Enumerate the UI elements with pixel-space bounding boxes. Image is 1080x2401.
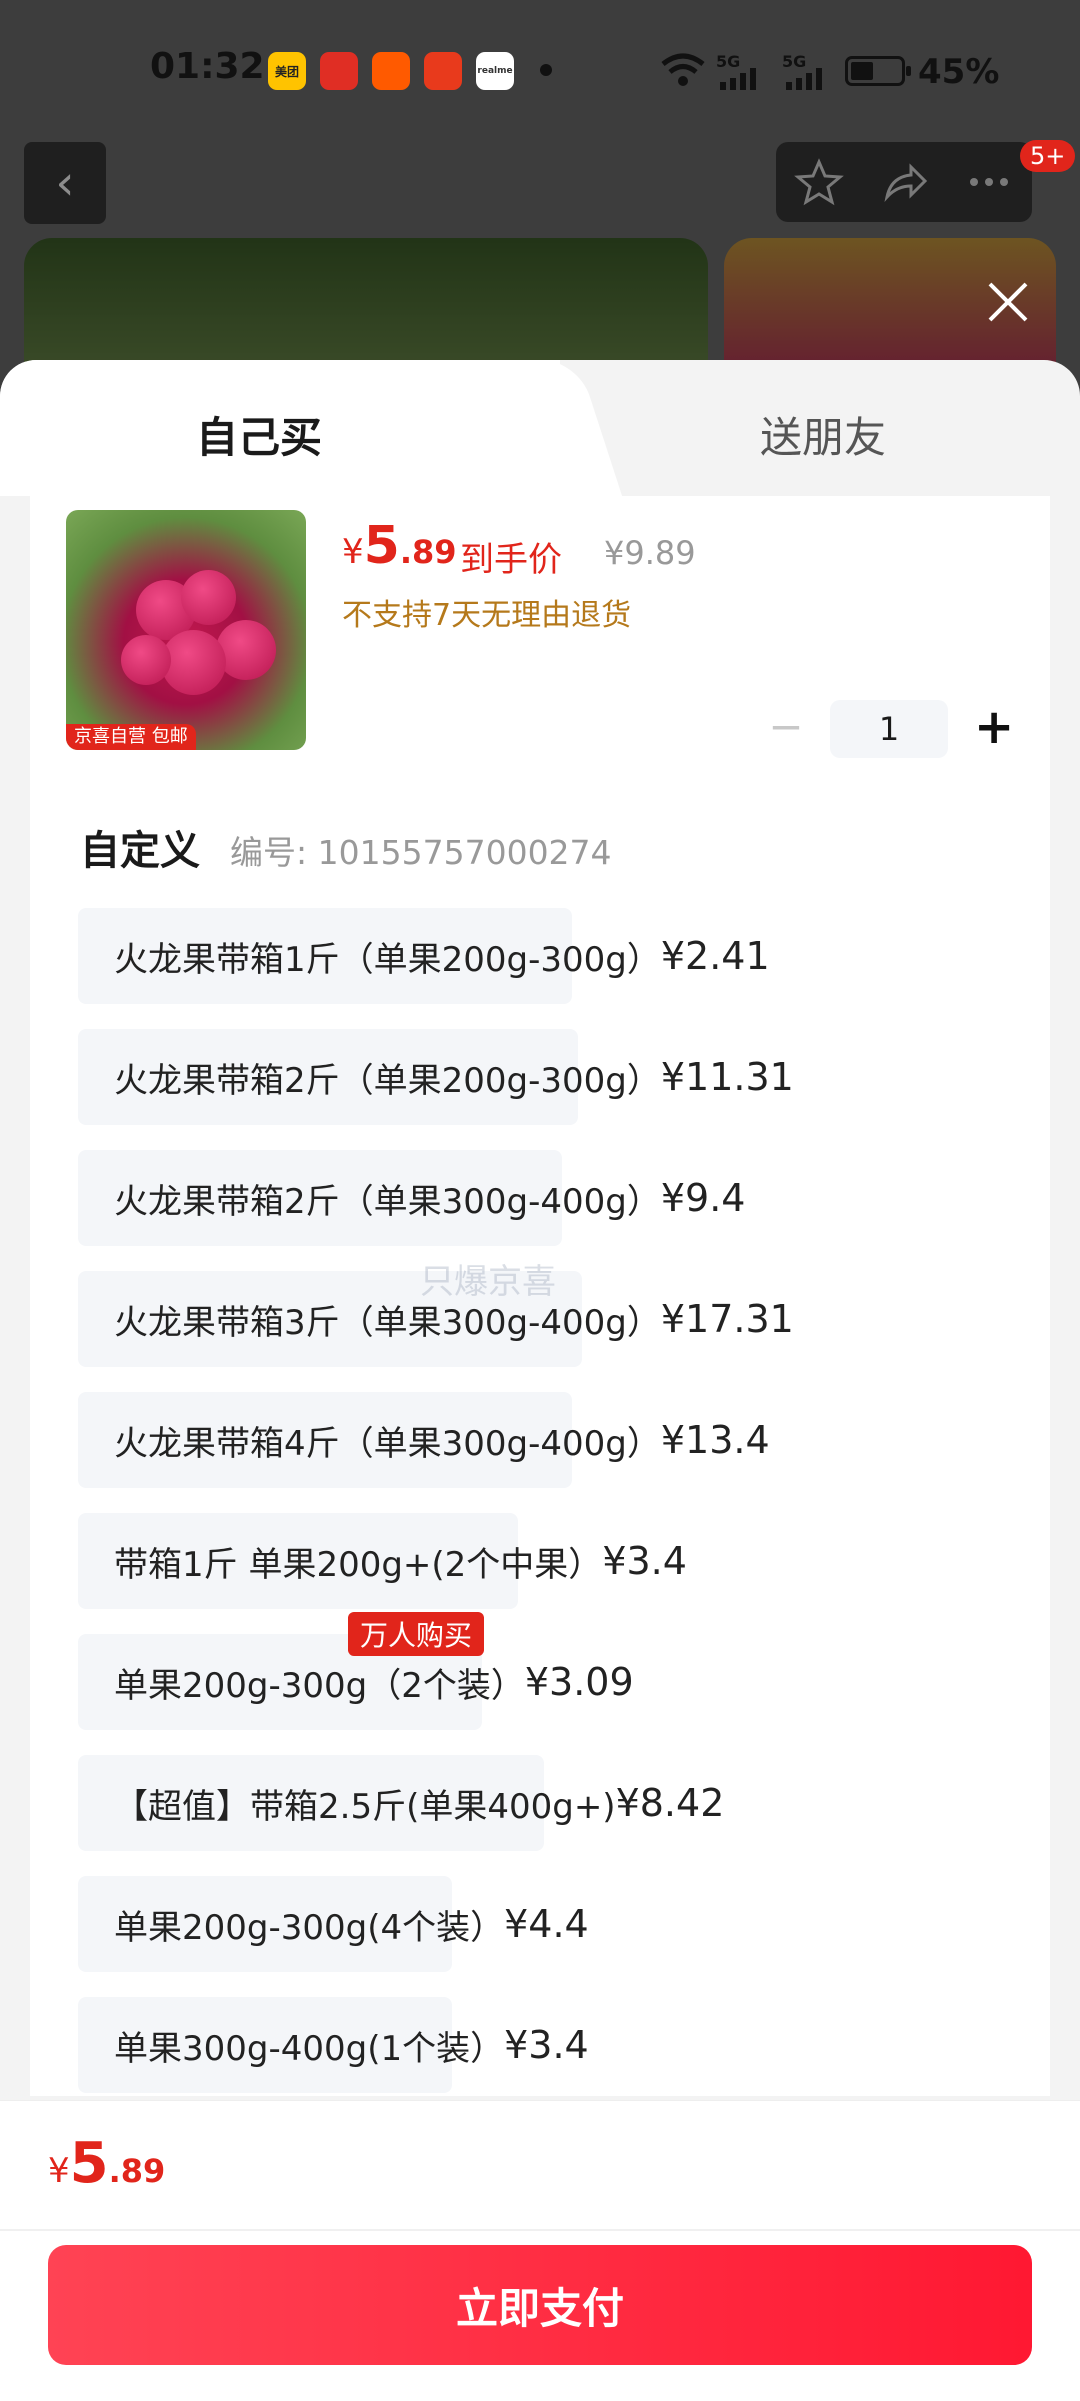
option-item[interactable]: 火龙果带箱4斤（单果300g-400g） ¥13.4 [78,1392,770,1488]
tab-send-friend[interactable]: 送朋友 [560,360,1080,496]
option-price: ¥8.42 [615,1781,725,1825]
option-price: ¥3.4 [504,2023,589,2067]
current-price: ¥5.89 [342,516,457,576]
signal-icon-1 [720,68,756,90]
battery-percent: 45% [918,52,1000,92]
increase-button[interactable]: + [974,703,1014,751]
option-item[interactable]: 单果300g-400g(1个装） ¥3.4 [78,1997,589,2093]
original-price: ¥9.89 [604,534,696,572]
spec-item-code: 编号: 10155757000274 [230,833,612,872]
quantity-stepper: − 1 + [766,700,1014,758]
option-label: 【超值】带箱2.5斤(单果400g+) [114,1786,616,1827]
tab-send-friend-label: 送朋友 [760,413,887,462]
tab-buy-self-label: 自己买 [196,413,323,462]
option-price: ¥13.4 [660,1418,770,1462]
option-item[interactable]: 火龙果带箱1斤（单果200g-300g） ¥2.41 [78,908,770,1004]
option-label: 火龙果带箱3斤（单果300g-400g） [114,1302,661,1343]
sheet-content: 京喜自营 包邮 ¥5.89 到手价 ¥9.89 不支持7天无理由退货 − 1 +… [30,496,1050,2096]
hot-sale-badge: 万人购买 [347,1612,484,1656]
price-symbol: ¥ [342,532,364,572]
option-item[interactable]: 火龙果带箱3斤（单果300g-400g） ¥17.31 [78,1271,794,1367]
wifi-icon [661,53,705,86]
message-count-badge: 5+ [1020,140,1076,172]
total-price-decimal: .89 [108,2152,166,2190]
realme-icon: realme [476,52,514,90]
option-item[interactable]: 【超值】带箱2.5斤(单果400g+) ¥8.42 [78,1755,724,1851]
option-price: ¥9.4 [660,1176,746,1220]
purchase-sheet: 送朋友 自己买 京喜自营 包邮 ¥5.89 到手价 ¥9.89 不支持7天无理由… [0,360,1080,2400]
divider [0,2229,1080,2231]
meituan-icon: 美团 [268,52,306,90]
spec-section-title: 自定义 [80,828,200,874]
app3-icon [372,52,410,90]
product-thumbnail: 京喜自营 包邮 [66,510,306,750]
total-price: ¥5.89 [48,2131,165,2196]
status-time: 01:32 [150,46,265,87]
quantity-input[interactable]: 1 [830,700,948,758]
option-price: ¥3.4 [602,1539,687,1583]
option-price: ¥4.4 [504,1902,589,1946]
option-price: ¥11.31 [660,1055,794,1099]
option-label: 火龙果带箱4斤（单果300g-400g） [114,1423,661,1464]
close-icon[interactable] [978,272,1038,332]
tab-bar: 送朋友 自己买 [0,360,1080,496]
notification-dot-icon [540,64,552,76]
battery-icon [845,56,911,86]
app4-icon [424,52,462,90]
thumbnail-tag: 京喜自营 包邮 [66,724,196,750]
pinduoduo-icon [320,52,358,90]
total-price-symbol: ¥ [48,2151,70,2191]
option-item[interactable]: 单果200g-300g（2个装） ¥3.09 万人购买 [78,1612,634,1730]
option-label: 单果200g-300g（2个装） [114,1665,525,1706]
option-label: 单果300g-400g(1个装） [114,2028,505,2069]
decrease-button[interactable]: − [766,706,806,749]
pay-now-button[interactable]: 立即支付 [48,2245,1032,2365]
checkout-bar: ¥5.89 立即支付 [0,2100,1080,2401]
option-label: 火龙果带箱2斤（单果300g-400g） [114,1181,661,1222]
total-price-integer: 5 [69,2131,109,2196]
return-policy: 不支持7天无理由退货 [342,598,632,633]
option-price: ¥3.09 [524,1660,634,1704]
option-item[interactable]: 单果200g-300g(4个装） ¥4.4 [78,1876,589,1972]
option-item[interactable]: 带箱1斤 单果200g+(2个中果） ¥3.4 [78,1513,687,1609]
price-integer: 5 [363,516,400,576]
option-price: ¥2.41 [660,934,770,978]
option-label: 单果200g-300g(4个装） [114,1907,505,1948]
tab-buy-self[interactable]: 自己买 [0,360,560,496]
option-label: 火龙果带箱2斤（单果200g-300g） [114,1060,661,1101]
price-decimal: .89 [399,533,457,571]
option-label: 带箱1斤 单果200g+(2个中果） [114,1544,603,1585]
final-price-label: 到手价 [460,540,562,580]
option-label: 火龙果带箱1斤（单果200g-300g） [114,939,661,980]
option-item[interactable]: 火龙果带箱2斤（单果200g-300g） ¥11.31 [78,1029,794,1125]
status-bar: 01:32 美团 realme 5G 5G 45% [0,0,1080,140]
signal-icon-2 [786,68,822,90]
option-item[interactable]: 火龙果带箱2斤（单果300g-400g） ¥9.4 [78,1150,745,1246]
option-price: ¥17.31 [660,1297,794,1341]
